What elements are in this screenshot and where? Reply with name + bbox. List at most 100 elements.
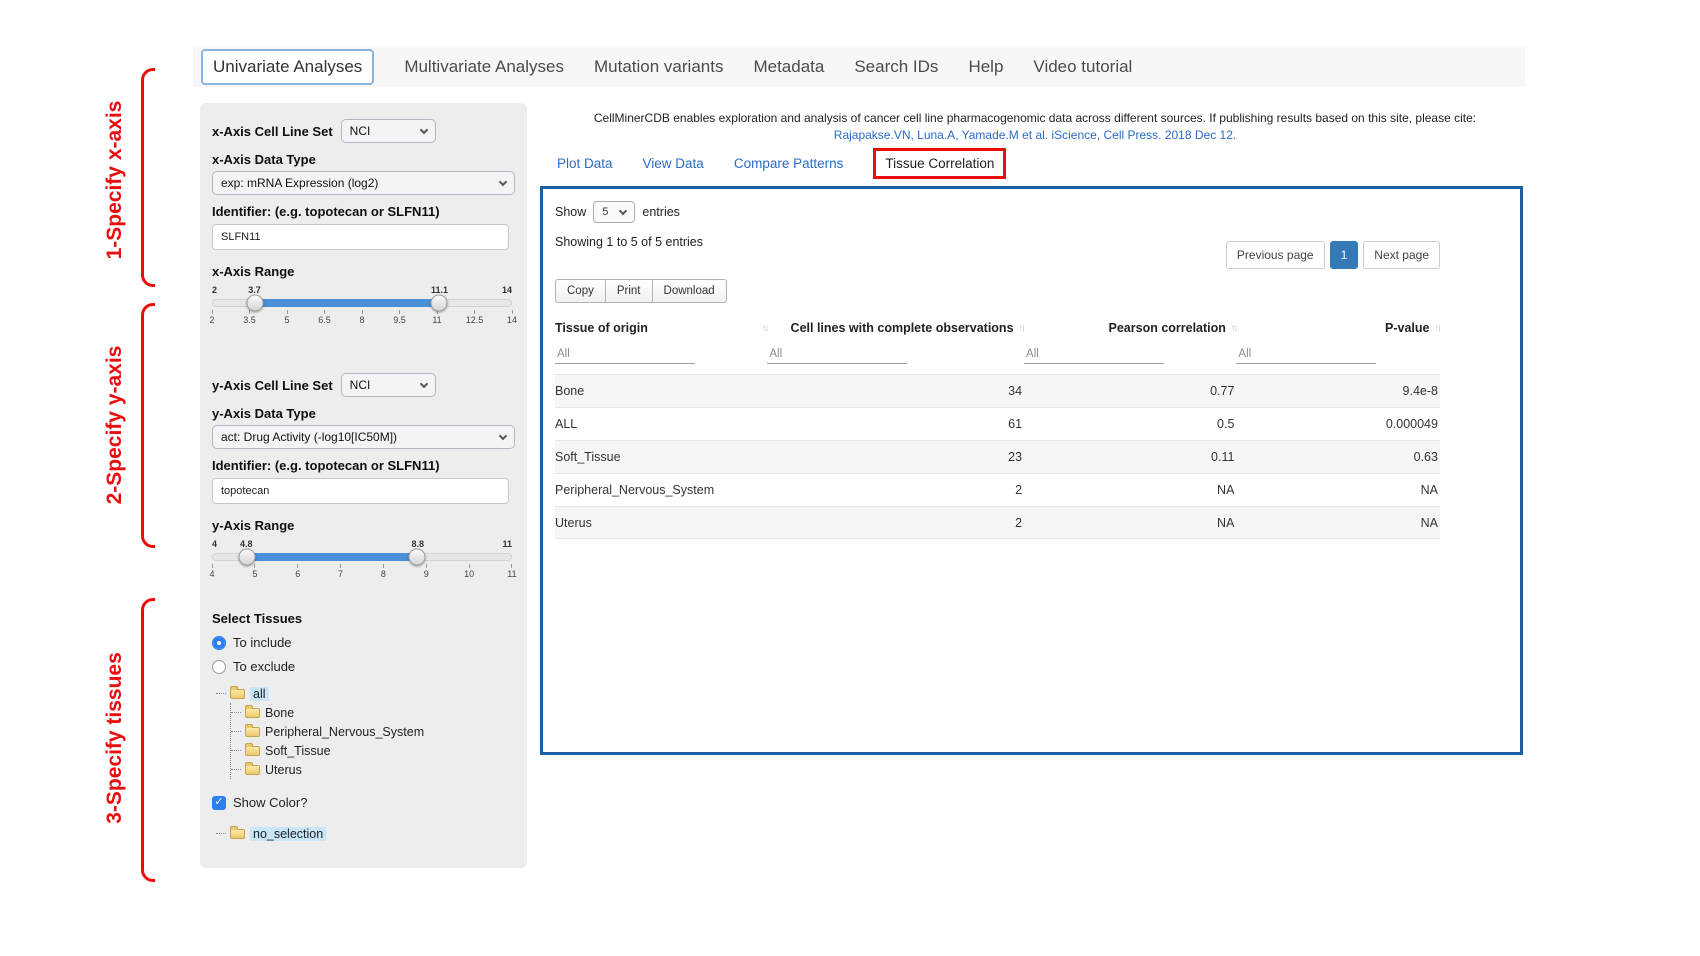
tree-item-bone-label[interactable]: Bone	[265, 706, 294, 720]
table-row[interactable]: Peripheral_Nervous_System 2 NA NA	[555, 473, 1440, 506]
filter-pearson-input[interactable]	[1024, 345, 1164, 364]
tree-item-soft-tissue[interactable]: Soft_Tissue	[231, 741, 515, 760]
table-row[interactable]: Bone 34 0.77 9.4e-8	[555, 374, 1440, 407]
x-data-type-select[interactable]: exp: mRNA Expression (log2)	[212, 171, 515, 195]
radio-to-exclude-label: To exclude	[233, 659, 295, 674]
cell-observations: 34	[767, 375, 1024, 408]
tree-item-soft-tissue-label[interactable]: Soft_Tissue	[265, 744, 331, 758]
radio-unselected-icon[interactable]	[212, 660, 226, 674]
tree-item-all[interactable]: all	[216, 684, 515, 703]
x-cell-line-set-select[interactable]: NCI	[341, 119, 436, 143]
table-row[interactable]: Uterus 2 NA NA	[555, 506, 1440, 539]
annotation-bracket-2	[141, 303, 155, 548]
radio-to-exclude[interactable]: To exclude	[212, 659, 515, 674]
slider-track[interactable]	[212, 553, 512, 561]
tab-multivariate-analyses[interactable]: Multivariate Analyses	[404, 57, 564, 77]
tree-item-uterus[interactable]: Uterus	[231, 760, 515, 779]
analysis-subtabs: Plot Data View Data Compare Patterns Tis…	[557, 148, 1006, 179]
tree-item-uterus-label[interactable]: Uterus	[265, 763, 302, 777]
y-axis-range-slider[interactable]: 4 4.8 8.8 11 4 5 6 7 8 9 10	[212, 539, 512, 579]
control-sidebar: x-Axis Cell Line Set NCI x-Axis Data Typ…	[200, 103, 527, 868]
pagination: Previous page 1 Next page	[1226, 241, 1440, 269]
slider-max-label: 14	[502, 285, 512, 295]
tree-connector	[216, 693, 226, 694]
slider-track[interactable]	[212, 299, 512, 307]
page-1-button[interactable]: 1	[1330, 241, 1359, 269]
cell-observations: 61	[767, 408, 1024, 441]
slider-handle-high[interactable]	[430, 295, 447, 312]
slider-handle-high[interactable]	[409, 549, 426, 566]
citation-text: CellMinerCDB enables exploration and ana…	[545, 110, 1525, 127]
subtab-plot-data[interactable]: Plot Data	[557, 156, 613, 171]
download-button[interactable]: Download	[652, 279, 727, 303]
filter-pvalue-input[interactable]	[1236, 345, 1376, 364]
y-identifier-input[interactable]	[212, 478, 509, 504]
show-color-checkbox-row[interactable]: Show Color?	[212, 795, 515, 810]
main-nav: Univariate Analyses Multivariate Analyse…	[193, 47, 1525, 87]
cell-p-value: 9.4e-8	[1236, 375, 1440, 408]
tree-item-no-selection[interactable]: no_selection	[216, 824, 515, 843]
tissue-correlation-table: Tissue of origin Cell lines with complet…	[555, 315, 1440, 539]
slider-low-label: 3.7	[248, 285, 261, 295]
column-header-pvalue[interactable]: P-value	[1385, 321, 1429, 335]
tree-connector	[231, 769, 241, 770]
folder-icon	[245, 765, 260, 775]
subtab-compare-patterns[interactable]: Compare Patterns	[734, 156, 844, 171]
tab-search-ids[interactable]: Search IDs	[854, 57, 938, 77]
slider-handle-low[interactable]	[239, 549, 256, 566]
radio-to-include[interactable]: To include	[212, 635, 515, 650]
cell-tissue-of-origin: ALL	[555, 408, 767, 441]
tree-item-pns-label[interactable]: Peripheral_Nervous_System	[265, 725, 424, 739]
column-header-observations[interactable]: Cell lines with complete observations	[791, 321, 1014, 335]
cell-p-value: 0.63	[1236, 441, 1440, 474]
tab-mutation-variants[interactable]: Mutation variants	[594, 57, 723, 77]
radio-selected-icon[interactable]	[212, 636, 226, 650]
slider-handle-low[interactable]	[247, 295, 264, 312]
tab-help[interactable]: Help	[968, 57, 1003, 77]
column-header-pearson[interactable]: Pearson correlation	[1109, 321, 1226, 335]
annotation-step1-label: 1-Specify x-axis	[103, 80, 127, 280]
cell-pearson-correlation: NA	[1024, 474, 1236, 507]
tree-item-all-label[interactable]: all	[250, 687, 269, 701]
cell-tissue-of-origin: Soft_Tissue	[555, 441, 767, 474]
checkbox-checked-icon[interactable]	[212, 796, 226, 810]
copy-button[interactable]: Copy	[555, 279, 606, 303]
tree-item-no-selection-label[interactable]: no_selection	[250, 827, 326, 841]
tree-item-peripheral-nervous-system[interactable]: Peripheral_Nervous_System	[231, 722, 515, 741]
x-data-type-label: x-Axis Data Type	[212, 152, 515, 167]
print-button[interactable]: Print	[605, 279, 653, 303]
table-row[interactable]: Soft_Tissue 23 0.11 0.63	[555, 440, 1440, 473]
subtab-tissue-correlation[interactable]: Tissue Correlation	[873, 148, 1006, 179]
entries-select-value: 5	[602, 206, 608, 218]
cell-observations: 23	[767, 441, 1024, 474]
sort-icon[interactable]	[1434, 323, 1440, 334]
subtab-view-data[interactable]: View Data	[643, 156, 704, 171]
y-cell-line-set-select[interactable]: NCI	[341, 373, 436, 397]
column-header-tissue[interactable]: Tissue of origin	[555, 321, 648, 335]
filter-observations-input[interactable]	[767, 345, 907, 364]
selection-tree: no_selection	[216, 824, 515, 843]
next-page-button[interactable]: Next page	[1363, 241, 1440, 269]
y-data-type-select[interactable]: act: Drug Activity (-log10[IC50M])	[212, 425, 515, 449]
slider-low-label: 4.8	[240, 539, 253, 549]
x-cell-line-set-label: x-Axis Cell Line Set	[212, 124, 333, 139]
x-range-label: x-Axis Range	[212, 264, 515, 279]
previous-page-button[interactable]: Previous page	[1226, 241, 1325, 269]
y-identifier-label: Identifier: (e.g. topotecan or SLFN11)	[212, 458, 515, 473]
annotation-step3-label: 3-Specify tissues	[103, 638, 127, 838]
table-body: Bone 34 0.77 9.4e-8 ALL 61 0.5 0.000049 …	[555, 374, 1440, 539]
chevron-down-icon	[419, 125, 427, 133]
tree-item-bone[interactable]: Bone	[231, 703, 515, 722]
x-axis-range-slider[interactable]: 2 3.7 11.1 14 2 3.5 5 6.5 8 9.5 11	[212, 285, 512, 325]
table-row[interactable]: ALL 61 0.5 0.000049	[555, 407, 1440, 440]
filter-tissue-input[interactable]	[555, 345, 695, 364]
tab-univariate-analyses[interactable]: Univariate Analyses	[201, 49, 374, 85]
chevron-down-icon	[499, 431, 507, 439]
x-identifier-input[interactable]	[212, 224, 509, 250]
entries-select[interactable]: 5	[593, 201, 635, 223]
slider-ticks: 2 3.5 5 6.5 8 9.5 11 12.5 14	[212, 310, 512, 325]
citation-link[interactable]: Rajapakse.VN, Luna.A, Yamade.M et al. iS…	[834, 128, 1236, 142]
tissue-tree: all Bone Peripheral_Nervous_System Soft_…	[216, 684, 515, 779]
tab-video-tutorial[interactable]: Video tutorial	[1033, 57, 1132, 77]
tab-metadata[interactable]: Metadata	[753, 57, 824, 77]
